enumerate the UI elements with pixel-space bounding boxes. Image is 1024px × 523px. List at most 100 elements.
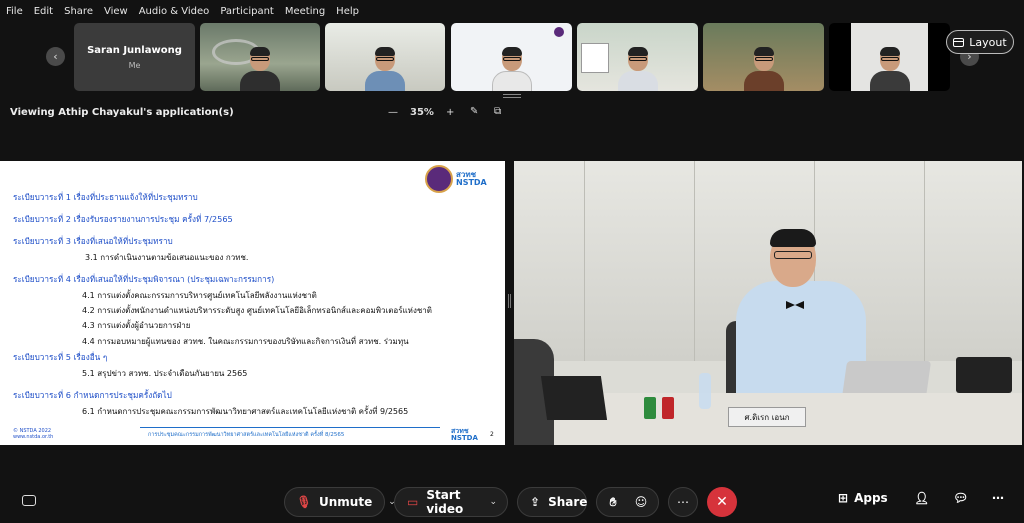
participant-avatar: [238, 47, 282, 91]
raise-hand-icon[interactable]: ✋︎: [606, 495, 620, 509]
menu-audio-video[interactable]: Audio & Video: [139, 6, 210, 17]
captions-icon[interactable]: [22, 495, 36, 506]
self-name: Saran Junlawong: [87, 44, 182, 56]
slide-logo-text: สวทช NSTDA: [456, 170, 487, 187]
apps-button[interactable]: ⊞ Apps: [838, 491, 888, 505]
wall-panel: [584, 161, 585, 361]
self-video-tile[interactable]: Saran Junlawong Me: [74, 23, 195, 91]
chat-icon[interactable]: 💬︎: [953, 491, 968, 505]
reactions-group: ✋︎ ☺: [596, 487, 659, 517]
popout-icon[interactable]: ⧉: [494, 106, 506, 117]
more-panels-icon[interactable]: ⋯: [992, 491, 1004, 505]
agenda-sub-item: 3.1 การดำเนินงานตามข้อเสนอแนะของ กวทช.: [85, 253, 249, 262]
participant-avatar: [616, 47, 660, 91]
menu-edit[interactable]: Edit: [34, 6, 53, 17]
agenda-item: ระเบียบวาระที่ 1 เรื่องที่ประธานแจ้งให้ท…: [13, 192, 198, 202]
self-role: Me: [128, 60, 141, 70]
agenda-sub-item: 4.1 การแต่งตั้งคณะกรรมการบริหารศูนย์เทคโ…: [82, 291, 317, 300]
slide-footer-logo: สวทช NSTDA: [451, 427, 478, 442]
share-title: Viewing Athip Chayakul's application(s): [10, 106, 234, 118]
slide-footer-copyright: © NSTDA 2022 www.nstda.or.th: [13, 428, 54, 440]
slide-footer-title: การประชุมคณะกรรมการพัฒนาวิทยาศาสตร์และเท…: [148, 432, 345, 438]
active-speaker-video[interactable]: ศ.ดิเรก เอนก: [514, 161, 1022, 445]
participant-tile[interactable]: [829, 23, 950, 91]
agenda-item: ระเบียบวาระที่ 4 เรื่องที่เสนอให้ที่ประช…: [13, 274, 275, 284]
wall-panel: [694, 161, 695, 361]
end-call-button[interactable]: ✕: [707, 487, 737, 517]
menu-share[interactable]: Share: [64, 6, 93, 17]
zoom-in-button[interactable]: +: [446, 107, 454, 118]
agenda-sub-item: 4.2 การแต่งตั้งพนักงานดำแหน่งบริหารระดับ…: [82, 306, 432, 315]
meeting-toolbar: 🎙︎ Unmute ⌄ ▭ Start video ⌄ ⇪ Share ✋︎ ☺…: [0, 482, 1024, 523]
layout-label: Layout: [969, 35, 1007, 49]
participant-tile[interactable]: [451, 23, 572, 91]
chevron-down-icon[interactable]: ⌄: [489, 497, 497, 507]
layout-button[interactable]: Layout: [946, 30, 1014, 54]
share-label: Share: [548, 495, 588, 509]
share-header: Viewing Athip Chayakul's application(s) …: [0, 100, 512, 124]
participant-avatar: [490, 47, 534, 91]
zoom-level: 35%: [410, 106, 434, 118]
more-options-button[interactable]: ⋯: [668, 487, 698, 517]
participant-tile[interactable]: [325, 23, 445, 91]
agenda-item: ระเบียบวาระที่ 5 เรื่องอื่น ๆ: [13, 352, 108, 362]
zoom-controls: — 35% +: [388, 100, 466, 124]
participant-strip: ‹ Saran Junlawong Me ›: [0, 22, 1024, 92]
name-plate: ศ.ดิเรก เอนก: [728, 407, 806, 427]
emoji-icon[interactable]: ☺: [634, 495, 648, 509]
agenda-item: ระเบียบวาระที่ 6 กำหนดการประชุมครั้งถัดไ…: [13, 390, 172, 400]
unmute-label: Unmute: [319, 495, 373, 509]
menu-meeting[interactable]: Meeting: [285, 6, 325, 17]
menu-view[interactable]: View: [104, 6, 128, 17]
water-bottle: [699, 373, 711, 409]
menu-help[interactable]: Help: [336, 6, 359, 17]
agenda-sub-item: 4.4 การมอบหมายผู้แทนของ สวทช. ในคณะกรรมก…: [82, 337, 409, 346]
strip-drag-handle[interactable]: [503, 94, 521, 98]
nstda-logo-icon: [425, 165, 453, 193]
logo-icon: [554, 27, 564, 37]
participants-icon[interactable]: 👤︎: [914, 491, 929, 505]
slide-page-number: 2: [490, 431, 494, 438]
participant-avatar: [363, 47, 407, 91]
participant-avatar: [868, 47, 912, 91]
menu-file[interactable]: File: [6, 6, 23, 17]
chevron-left-icon: ‹: [53, 50, 58, 63]
mic-muted-icon: 🎙︎: [296, 495, 312, 509]
video-off-icon: ▭: [407, 495, 419, 509]
more-icon: ⋯: [677, 495, 689, 509]
strip-prev-button[interactable]: ‹: [46, 47, 65, 66]
participant-avatar: [742, 47, 786, 91]
apps-label: Apps: [854, 491, 888, 505]
side-laptop: [540, 376, 608, 420]
red-can: [662, 397, 674, 419]
speaker-hair: [770, 229, 816, 247]
zoom-out-button[interactable]: —: [388, 107, 398, 118]
participant-tile[interactable]: [703, 23, 824, 91]
wall-panel: [924, 161, 925, 361]
start-video-label: Start video: [426, 488, 464, 516]
close-icon: ✕: [716, 494, 728, 510]
background-sign: [581, 43, 609, 73]
slide-footer-line: [140, 427, 440, 428]
split-resize-handle[interactable]: [508, 294, 511, 308]
shared-slide: สวทช NSTDA ระเบียบวาระที่ 1 เรื่องที่ประ…: [0, 161, 505, 445]
agenda-sub-item: 5.1 สรุปข่าว สวทช. ประจำเดือนกันยายน 256…: [82, 369, 248, 378]
share-screen-icon: ⇪: [530, 495, 541, 509]
agenda-sub-item: 6.1 กำหนดการประชุมคณะกรรมการพัฒนาวิทยาศา…: [82, 407, 409, 416]
annotate-icon[interactable]: ✎: [470, 106, 482, 117]
menu-bar: File Edit Share View Audio & Video Parti…: [0, 0, 1024, 22]
apps-icon: ⊞: [838, 491, 849, 505]
participant-tile[interactable]: [200, 23, 320, 91]
agenda-item: ระเบียบวาระที่ 3 เรื่องที่เสนอให้ที่ประช…: [13, 236, 173, 246]
speaker-glasses: [774, 251, 812, 259]
menu-participant[interactable]: Participant: [220, 6, 274, 17]
agenda-sub-item: 4.3 การแต่งตั้งผู้อำนวยการฝ่าย: [82, 321, 191, 330]
green-can: [644, 397, 656, 419]
layout-icon: [953, 37, 965, 47]
share-button[interactable]: ⇪ Share: [517, 487, 587, 517]
agenda-item: ระเบียบวาระที่ 2 เรื่องรับรองรายงานการปร…: [13, 214, 233, 224]
start-video-button[interactable]: ▭ Start video ⌄: [394, 487, 508, 517]
monitor: [956, 357, 1012, 393]
unmute-button[interactable]: 🎙︎ Unmute ⌄: [284, 487, 396, 517]
participant-tile[interactable]: [577, 23, 698, 91]
